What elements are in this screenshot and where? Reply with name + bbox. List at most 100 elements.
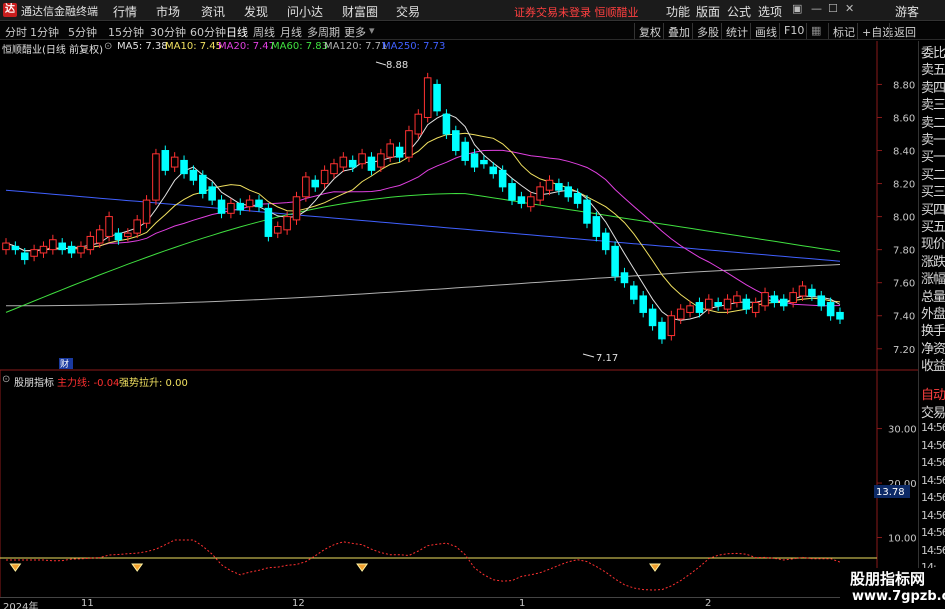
btn-duogu[interactable]: 多股 (692, 23, 723, 39)
menu-gongneng[interactable]: 功能 (666, 3, 690, 20)
price-tick-label: 7.80 (893, 246, 915, 257)
ma60-label: MA60: 7.83 (271, 41, 329, 52)
indicator-axis: 30.0020.0010.00 (877, 425, 917, 545)
candle-body (348, 159, 357, 168)
candle-body (161, 150, 170, 171)
date-label-dec: 12 (292, 598, 305, 609)
high-price-pointer (375, 61, 387, 66)
btn-tongji[interactable]: 统计 (721, 23, 752, 39)
menu-banmian[interactable]: 版面 (696, 3, 720, 20)
btn-biaoji[interactable]: 标记 (828, 23, 859, 39)
skin-icon[interactable]: ▣ (792, 2, 802, 15)
quote-item[interactable]: 涨跌 (921, 251, 945, 270)
menu-hangqing[interactable]: 行情 (113, 3, 137, 20)
quote-item[interactable]: 换手 (921, 320, 945, 339)
candle-body (217, 199, 226, 214)
minimize-icon[interactable]: — (811, 2, 822, 15)
app-name: 通达信金融终端 (21, 5, 98, 18)
quote-item[interactable]: 收益 (921, 355, 945, 374)
btn-f10[interactable]: F10 (779, 23, 808, 39)
quote-item[interactable]: 委比 (921, 42, 945, 61)
price-tick-label: 8.40 (893, 147, 915, 158)
grid-icon[interactable]: ▦ (806, 23, 825, 39)
menu-faxian[interactable]: 发现 (244, 3, 268, 20)
candle-body (77, 245, 85, 254)
quote-item[interactable]: 买五 (921, 216, 945, 235)
menu-gongshi[interactable]: 公式 (727, 3, 751, 20)
login-warning[interactable]: 证券交易未登录 恒顺醋业 (514, 4, 639, 20)
quote-item[interactable]: 买四 (921, 199, 945, 218)
quote-item[interactable]: 现价 (921, 233, 945, 252)
candle-body (667, 315, 676, 337)
period-5min[interactable]: 5分钟 (68, 24, 97, 40)
period-multi[interactable]: 多周期 (307, 24, 340, 40)
menu-caifuquan[interactable]: 财富圈 (342, 3, 378, 20)
quote-tab[interactable]: 自动 (921, 384, 945, 403)
candle-body (414, 113, 423, 135)
guest-user[interactable]: 游客 (895, 3, 919, 20)
price-tick-label: 8.00 (893, 213, 915, 224)
maximize-icon[interactable]: ☐ (828, 2, 838, 15)
chart-canvas[interactable]: 8.80 8.60 8.40 8.20 8.00 7.80 7.60 7.40 7.20 8.8… (0, 0, 945, 609)
period-60min[interactable]: 60分钟 (190, 24, 226, 40)
quote-item[interactable]: 买三 (921, 181, 945, 200)
quote-item[interactable]: 卖三 (921, 94, 945, 113)
quote-item[interactable]: 买二 (921, 164, 945, 183)
candle-body (808, 288, 816, 297)
ma-settings-icon[interactable]: ⊙ (104, 41, 112, 52)
indicator-settings-icon[interactable]: ⊙ (2, 374, 10, 385)
candle-body (723, 298, 732, 310)
quote-item[interactable]: 外盘 (921, 303, 945, 322)
menu-xuanxiang[interactable]: 选项 (758, 3, 782, 20)
strong-rise-label: 强势拉升: 0.00 (119, 378, 188, 389)
candle-body (405, 130, 413, 158)
more-chevron-icon[interactable]: ▾ (369, 24, 375, 37)
period-1min[interactable]: 1分钟 (30, 24, 59, 40)
candle-body (114, 232, 123, 241)
candle-body (742, 298, 751, 310)
quote-tab[interactable]: 交易 (921, 402, 945, 421)
quote-item[interactable]: 卖一 (921, 129, 945, 148)
period-15min[interactable]: 15分钟 (108, 24, 144, 40)
candle-body (508, 183, 516, 201)
candle-body (452, 130, 460, 152)
candle-body (639, 295, 647, 313)
candle-body (573, 192, 582, 204)
btn-fuquan[interactable]: 复权 (634, 23, 665, 39)
stock-label: 恒顺醋业(日线 前复权) (2, 45, 103, 56)
indicator-tick-label: 30.00 (888, 425, 917, 436)
period-daily[interactable]: 日线 (226, 24, 248, 40)
period-30min[interactable]: 30分钟 (150, 24, 186, 40)
indicator-pane: 30.0020.0010.00 13.78 (0, 425, 917, 591)
quote-item[interactable]: 卖四 (921, 77, 945, 96)
quote-item[interactable]: 总量 (921, 286, 945, 305)
period-fenshi[interactable]: 分时 (5, 24, 27, 40)
quote-item[interactable]: 买一 (921, 146, 945, 165)
period-monthly[interactable]: 月线 (280, 24, 302, 40)
candle-body (536, 186, 544, 201)
quote-item[interactable]: 卖五 (921, 59, 945, 78)
quote-item[interactable]: 卖二 (921, 112, 945, 131)
candle-body (189, 169, 198, 181)
candle-body (433, 83, 441, 112)
menu-zixun[interactable]: 资讯 (201, 3, 225, 20)
menu-jiaoyi[interactable]: 交易 (396, 3, 420, 20)
candle-body (105, 216, 113, 237)
candle-body (124, 232, 132, 237)
ma120-label: MA120: 7.71 (324, 41, 388, 52)
btn-huaxian[interactable]: 画线 (750, 23, 781, 39)
candle-body (761, 292, 769, 307)
btn-back[interactable]: 返回 (889, 23, 920, 39)
candle-body (208, 186, 216, 201)
ma120-line (6, 264, 841, 307)
period-weekly[interactable]: 周线 (253, 24, 275, 40)
menu-wenxiaoda[interactable]: 问小达 (287, 3, 323, 20)
close-icon[interactable]: ✕ (845, 2, 854, 15)
candle-body (58, 242, 67, 251)
period-more[interactable]: 更多 (344, 24, 366, 40)
quote-item[interactable]: 净资 (921, 338, 945, 357)
ma20-label: MA20: 7.47 (218, 41, 276, 52)
menu-shichang[interactable]: 市场 (156, 3, 180, 20)
quote-item[interactable]: 涨幅 (921, 268, 945, 287)
btn-diejia[interactable]: 叠加 (663, 23, 694, 39)
